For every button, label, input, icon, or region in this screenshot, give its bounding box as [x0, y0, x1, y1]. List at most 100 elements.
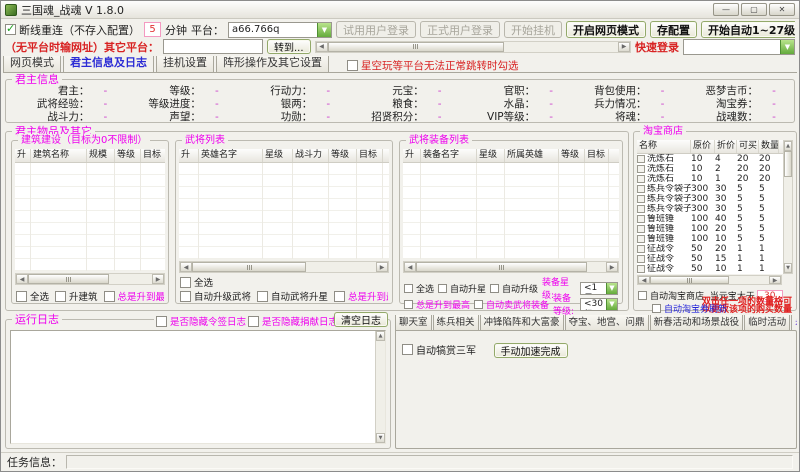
taobao-item-checkbox[interactable] — [637, 185, 645, 193]
scroll-right-icon[interactable]: ▶ — [606, 262, 618, 272]
hero-auto-star-checkbox[interactable]: 自动武将升星 — [257, 289, 328, 303]
equip-auto-sell-checkbox[interactable]: 自动卖武将装备 — [474, 298, 549, 311]
log-vscrollbar[interactable]: ▲ ▼ — [375, 331, 385, 443]
scroll-left-icon[interactable]: ◀ — [404, 262, 416, 272]
taobao-row[interactable]: 练兵令袋子 300 30 5 5 — [637, 184, 783, 194]
activity-tab[interactable]: 夺宝、地宫、问鼎 — [565, 315, 649, 330]
close-button[interactable]: ✕ — [769, 3, 795, 16]
equip-hscrollbar[interactable]: ◀ ▶ — [403, 261, 619, 273]
column-header[interactable]: 数量 — [759, 140, 779, 153]
activity-tab[interactable]: 临时活动 — [744, 315, 790, 330]
other-platform-input[interactable] — [163, 39, 263, 54]
activity-tab[interactable]: 练兵相关 — [433, 315, 479, 330]
column-header[interactable]: 升 — [179, 149, 199, 162]
column-header[interactable]: 等级 — [559, 149, 585, 162]
auto-level-button[interactable]: 开始自动1~27级 — [701, 21, 795, 38]
hide-token-log-checkbox[interactable]: 是否隐藏令签日志 — [154, 314, 248, 328]
scrollbar-thumb[interactable] — [192, 262, 306, 272]
column-header[interactable]: 星级 — [477, 149, 505, 162]
main-tab[interactable]: 君主信息及日志 — [63, 56, 154, 73]
reconnect-minutes-input[interactable]: 5 — [144, 22, 161, 37]
minimize-button[interactable]: — — [713, 3, 739, 16]
building-upgrade-checkbox[interactable]: 升建筑 — [55, 289, 98, 303]
column-header[interactable]: 建筑名称 — [31, 149, 87, 162]
log-textarea[interactable]: ▲ ▼ — [10, 330, 386, 444]
taobao-item-checkbox[interactable] — [637, 165, 645, 173]
column-header[interactable]: 可买 — [737, 140, 759, 153]
taobao-item-checkbox[interactable] — [637, 175, 645, 183]
taobao-item-checkbox[interactable] — [637, 265, 645, 273]
scroll-left-icon[interactable]: ◀ — [16, 274, 28, 284]
scrollbar-thumb[interactable] — [650, 276, 729, 284]
column-header[interactable]: 等级 — [115, 149, 141, 162]
manual-accelerate-button[interactable]: 手动加速完成 — [494, 343, 568, 358]
hero-table-body[interactable] — [179, 163, 389, 259]
taobao-item-checkbox[interactable] — [637, 215, 645, 223]
column-header[interactable]: 目标 — [357, 149, 383, 162]
activity-tab[interactable]: 聊天室 — [395, 315, 432, 330]
chevron-down-icon[interactable]: ▼ — [780, 40, 794, 54]
auto-reward-checkbox[interactable]: 自动犒赏三军 — [402, 342, 476, 357]
column-header[interactable]: 原价 — [691, 140, 715, 153]
column-header[interactable]: 装备名字 — [421, 149, 477, 162]
scrollbar-thumb[interactable] — [28, 274, 109, 284]
taobao-item-checkbox[interactable] — [637, 195, 645, 203]
scroll-right-icon[interactable]: ▶ — [769, 276, 781, 284]
column-header[interactable]: 所属英雄 — [505, 149, 559, 162]
activity-tab[interactable]: 新春活动和场景战役 — [650, 315, 744, 330]
trial-login-button[interactable]: 试用用户登录 — [336, 21, 416, 38]
equip-level-select[interactable]: <30级 ▼ — [580, 298, 618, 311]
taobao-row[interactable]: 洗炼石 10 2 20 20 — [637, 164, 783, 174]
reconnect-checkbox[interactable]: 断线重连（不存入配置） — [5, 22, 140, 38]
activity-tab[interactable]: 冲锋陷阵和大富豪 — [480, 315, 564, 330]
taobao-item-checkbox[interactable] — [637, 245, 645, 253]
taobao-row[interactable]: 征战令 50 10 1 1 — [637, 264, 783, 274]
scroll-right-icon[interactable]: ▶ — [376, 262, 388, 272]
scroll-left-icon[interactable]: ◀ — [180, 262, 192, 272]
horizontal-scrollbar[interactable]: ◀ ▶ — [315, 41, 631, 53]
formal-login-button[interactable]: 正式用户登录 — [420, 21, 500, 38]
building-table-body[interactable] — [15, 163, 165, 271]
scroll-up-icon[interactable]: ▲ — [376, 331, 385, 341]
column-header[interactable]: 战斗力 — [293, 149, 329, 162]
scrollbar-thumb[interactable] — [416, 262, 587, 272]
column-header[interactable]: 等级 — [329, 149, 357, 162]
taobao-row[interactable]: 练兵令袋子 300 30 5 5 — [637, 204, 783, 214]
clear-log-button[interactable]: 清空日志 — [334, 312, 388, 327]
scroll-right-icon[interactable]: ▶ — [152, 274, 164, 284]
taobao-row[interactable]: 鲁班锤 100 40 5 5 — [637, 214, 783, 224]
hero-select-all-checkbox[interactable]: 全选 — [180, 275, 213, 289]
taobao-auto-refresh-checkbox[interactable]: 自动淘宝券刷新 — [652, 302, 727, 315]
main-tab[interactable]: 阵形操作及其它设置 — [216, 56, 329, 72]
equip-max-checkbox[interactable]: 总是升到最高 — [404, 298, 470, 311]
building-select-all-checkbox[interactable]: 全选 — [16, 289, 49, 303]
hero-max-checkbox[interactable]: 总是升到最高 — [334, 289, 388, 303]
column-header[interactable]: 升 — [403, 149, 421, 162]
platform-select[interactable]: a66.766q ▼ — [228, 22, 332, 38]
save-config-button[interactable]: 存配置 — [650, 21, 697, 38]
star-platform-checkbox[interactable]: 星空玩等平台无法正常跳转时勾选 — [347, 58, 519, 73]
scroll-down-icon[interactable]: ▼ — [376, 433, 385, 443]
taobao-row[interactable]: 鲁班锤 100 20 5 5 — [637, 224, 783, 234]
start-hangup-button[interactable]: 开始挂机 — [504, 21, 562, 38]
taobao-item-checkbox[interactable] — [637, 155, 645, 163]
taobao-item-checkbox[interactable] — [637, 225, 645, 233]
taobao-item-checkbox[interactable] — [637, 205, 645, 213]
column-header[interactable]: 目标 — [141, 149, 165, 162]
quick-login-select[interactable]: ▼ — [683, 39, 795, 55]
main-tab[interactable]: 挂机设置 — [156, 56, 214, 72]
taobao-row[interactable]: 鲁班锤 100 10 5 5 — [637, 234, 783, 244]
hero-hscrollbar[interactable]: ◀ ▶ — [179, 261, 389, 273]
taobao-vscrollbar[interactable]: ▲ ▼ — [783, 140, 793, 274]
scroll-up-icon[interactable]: ▲ — [784, 141, 792, 151]
column-header[interactable]: 折价 — [715, 140, 737, 153]
taobao-item-checkbox[interactable] — [637, 255, 645, 263]
hero-auto-level-checkbox[interactable]: 自动升级武将 — [180, 289, 251, 303]
scroll-left-icon[interactable]: ◀ — [316, 42, 328, 52]
goto-button[interactable]: 转到... — [267, 39, 311, 54]
chevron-down-icon[interactable]: ▼ — [606, 299, 617, 310]
taobao-row[interactable]: 练兵令袋子 300 30 5 5 — [637, 194, 783, 204]
chevron-down-icon[interactable]: ▼ — [317, 23, 331, 37]
taobao-row[interactable]: 征战令 50 15 1 1 — [637, 254, 783, 264]
taobao-hscrollbar[interactable]: ◀ ▶ — [637, 275, 782, 285]
